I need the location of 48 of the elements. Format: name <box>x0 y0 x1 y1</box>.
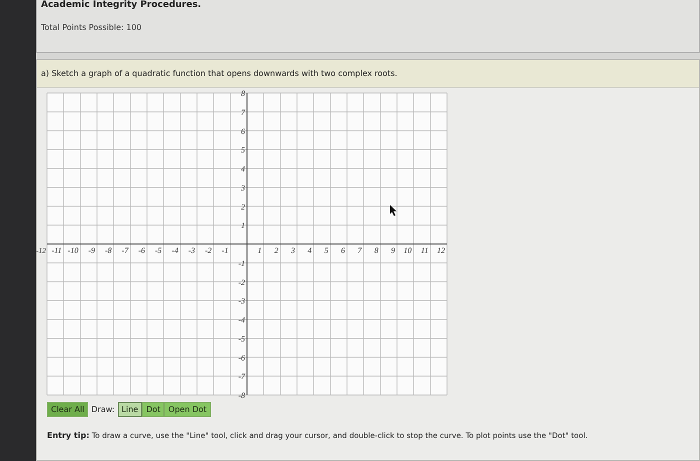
draw-tool-button[interactable]: Line <box>118 402 142 417</box>
x-axis-label: -8 <box>105 246 112 255</box>
x-axis-label: 7 <box>358 246 362 255</box>
x-axis-label: -2 <box>205 246 212 255</box>
draw-tool-button[interactable]: Open Dot <box>164 402 211 417</box>
x-axis-label: 8 <box>374 246 378 255</box>
clear-all-button[interactable]: Clear All <box>47 402 88 417</box>
x-axis-label: -6 <box>138 246 145 255</box>
x-axis-label: -4 <box>172 246 178 255</box>
x-axis-label: 11 <box>420 246 428 255</box>
x-axis-label: -9 <box>88 246 95 255</box>
y-axis-label: -3 <box>238 296 245 306</box>
y-axis-label: -5 <box>238 334 245 344</box>
y-axis-label: 2 <box>241 202 245 212</box>
x-axis-label: 12 <box>437 246 445 255</box>
x-axis-label: 2 <box>274 246 278 255</box>
x-axis-label: 10 <box>404 246 412 255</box>
x-axis-label: 1 <box>258 246 262 255</box>
x-axis-label: -10 <box>68 246 78 255</box>
y-axis-label: -4 <box>238 316 245 324</box>
x-axis-label: -3 <box>188 246 195 255</box>
total-points: Total Points Possible: 100 <box>41 23 143 32</box>
y-axis-label: 8 <box>241 89 245 98</box>
draw-label: Draw: <box>91 405 115 414</box>
x-axis-label: -1 <box>222 246 228 255</box>
y-axis-label: 4 <box>241 164 245 174</box>
x-axis-label: 5 <box>324 246 328 255</box>
y-axis-label: 1 <box>241 221 245 230</box>
y-axis-label: -7 <box>238 372 245 382</box>
y-axis-label: -6 <box>238 353 245 362</box>
mouse-pointer-icon <box>390 205 396 216</box>
x-axis-label: 9 <box>391 246 395 255</box>
y-axis-label: 3 <box>241 183 245 192</box>
x-axis-label: 3 <box>291 246 295 255</box>
y-axis-label: 6 <box>241 126 245 136</box>
x-axis-label: 4 <box>308 246 312 255</box>
y-axis-label: 5 <box>241 146 245 155</box>
draw-tool-button[interactable]: Dot <box>142 402 164 417</box>
y-axis-label: -2 <box>238 278 245 287</box>
y-axis-label: 7 <box>241 108 245 117</box>
x-axis-label: -5 <box>155 246 162 255</box>
question-prompt: a) Sketch a graph of a quadratic function that opens downwards with two complex roots. <box>37 60 699 88</box>
x-axis-label: -7 <box>122 246 128 255</box>
header-title: Academic Integrity Procedures. <box>41 0 202 11</box>
x-axis-label: -11 <box>52 246 62 255</box>
y-axis-label: -8 <box>238 391 245 400</box>
y-axis-label: -1 <box>238 258 245 268</box>
x-axis-label: 6 <box>341 246 345 255</box>
